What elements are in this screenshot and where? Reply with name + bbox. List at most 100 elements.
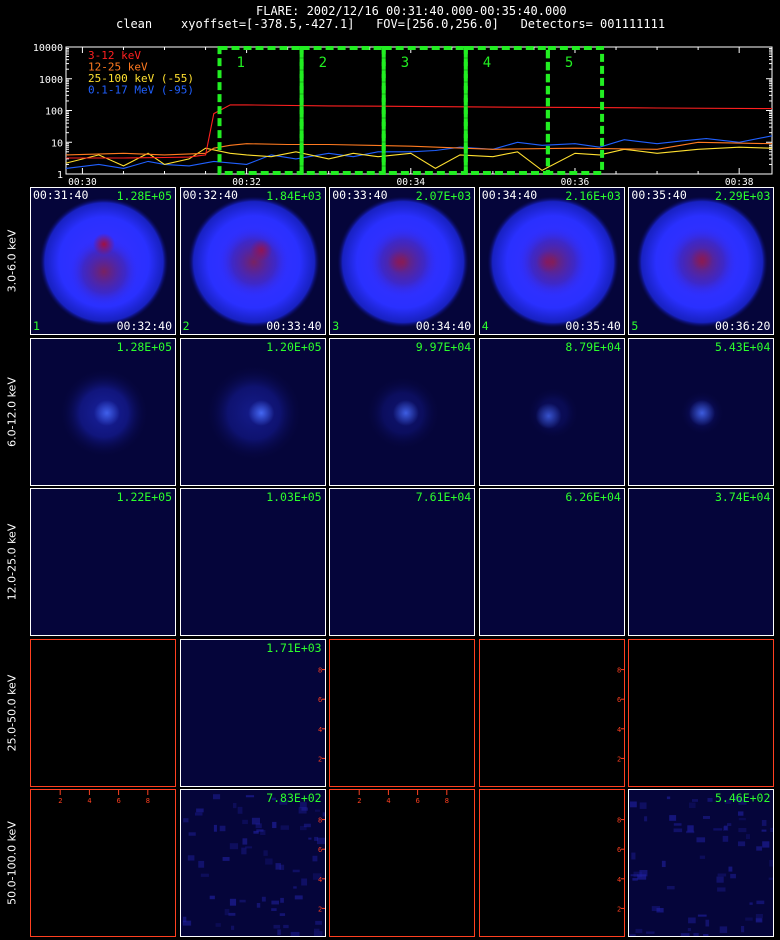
image-panel: 5.46E+02 (628, 789, 775, 938)
emission-core (393, 399, 420, 426)
noise-speckle (720, 926, 728, 934)
noise-speckle (756, 914, 764, 919)
image-max-value: 1.20E+05 (266, 339, 322, 354)
noise-speckle (232, 803, 237, 809)
noise-speckle (270, 900, 279, 905)
image-panel: 6.26E+04 (478, 488, 625, 637)
noise-speckle (244, 846, 252, 849)
axis-tick-label: 6 (617, 847, 621, 855)
noise-speckle (313, 931, 323, 937)
axis-tick-label: 2 (318, 755, 322, 763)
noise-speckle (229, 843, 238, 850)
noise-speckle (692, 799, 699, 803)
noise-speckle (632, 878, 639, 882)
image-panel: 2.07E+03 00:33:40 00:34:40 3 (329, 187, 476, 335)
noise-speckle (301, 807, 308, 812)
noise-speckle (279, 913, 285, 917)
noise-speckle (637, 874, 647, 881)
image-panel: 1.20E+05 (179, 337, 326, 486)
noise-speckle (629, 934, 637, 937)
image-panel (628, 638, 775, 787)
axis-tick-label: 4 (617, 726, 621, 734)
noise-speckle (705, 920, 710, 927)
noise-speckle (239, 900, 246, 903)
band-label-text: 25.0-50.0 keV (5, 674, 19, 752)
noise-speckle (739, 818, 747, 821)
y-tick-label: 100 (45, 107, 63, 118)
x-tick-label: 00:34 (396, 177, 425, 186)
time-interval-label: 1 (237, 55, 245, 71)
image-render (636, 196, 769, 328)
noise-speckle (237, 807, 243, 815)
noise-speckle (300, 878, 307, 886)
interval-start-time: 00:33:40 (332, 188, 388, 202)
noise-speckle (182, 920, 191, 926)
noise-speckle (688, 917, 697, 924)
emission-core (691, 248, 714, 271)
time-interval-box (299, 46, 386, 175)
image-render: 2 4 6 8 (357, 790, 449, 805)
axis-tick-label: 6 (318, 847, 322, 855)
noise-speckle (646, 931, 655, 935)
emission-core (249, 239, 272, 262)
image-max-value: 1.28E+05 (116, 189, 172, 203)
band-label-text: 12.0-25.0 keV (5, 523, 19, 601)
image-max-value: 8.79E+04 (565, 339, 621, 354)
noise-speckle (693, 933, 700, 937)
time-interval-label: 5 (565, 55, 573, 71)
image-render (187, 196, 320, 328)
noise-speckle (681, 933, 690, 937)
legend-entry: 0.1-17 MeV (-95) (88, 84, 194, 97)
noise-speckle (707, 798, 713, 803)
noise-speckle (314, 809, 320, 813)
noise-speckle (662, 861, 667, 868)
image-max-value: 7.61E+04 (415, 490, 472, 505)
noise-speckle (741, 926, 745, 933)
image-render (629, 640, 774, 787)
interval-end-time: 00:36:20 (715, 319, 771, 333)
noise-speckle (282, 925, 289, 929)
image-panel: 1.03E+05 (179, 488, 326, 637)
image-render (629, 796, 774, 937)
image-panel: 1.28E+05 00:31:40 00:32:40 1 (30, 187, 176, 335)
image-max-value: 2.07E+03 (415, 189, 472, 203)
noise-speckle (667, 886, 676, 890)
noise-speckle (276, 929, 281, 936)
axis-tick-label: 8 (445, 797, 449, 805)
emission-inner (217, 225, 290, 299)
axis-tick-label: 8 (617, 817, 621, 825)
noise-speckle (738, 841, 746, 847)
image-render (31, 489, 176, 636)
noise-speckle (316, 838, 325, 845)
interval-end-time: 00:32:40 (116, 319, 172, 333)
noise-speckle (212, 794, 220, 800)
image-max-value: 1.84E+03 (266, 189, 322, 203)
noise-speckle (769, 877, 774, 881)
noise-speckle (738, 811, 744, 817)
image-render: 2 4 6 8 (58, 790, 150, 805)
noise-speckle (631, 852, 636, 860)
noise-speckle (746, 834, 751, 840)
page-header: FLARE: 2002/12/16 00:31:40.000-00:35:40.… (0, 0, 780, 36)
noise-speckle (696, 837, 706, 843)
noise-speckle (292, 886, 297, 890)
noise-speckle (716, 876, 725, 884)
image-panel: 2.29E+03 00:35:40 00:36:20 5 (628, 187, 775, 335)
noise-speckle (717, 887, 726, 892)
noise-speckle (723, 836, 729, 843)
image-panel: 7.61E+04 (329, 488, 476, 637)
band-label-text: 50.0-100.0 keV (5, 821, 19, 906)
noise-speckle (270, 908, 277, 912)
noise-speckle (209, 896, 215, 900)
noise-speckle (188, 832, 196, 837)
series-line (66, 104, 773, 159)
noise-speckle (314, 921, 322, 926)
image-panel: 1.28E+05 (30, 337, 176, 486)
noise-speckle (290, 932, 300, 937)
flare-title: FLARE: 2002/12/16 00:31:40.000-00:35:40.… (256, 4, 567, 18)
band-label-text: 6.0-12.0 keV (5, 376, 19, 447)
noise-speckle (279, 898, 284, 904)
noise-speckle (187, 855, 195, 861)
axis-tick-label: 6 (416, 797, 420, 805)
axis-tick-label: 2 (617, 906, 621, 914)
